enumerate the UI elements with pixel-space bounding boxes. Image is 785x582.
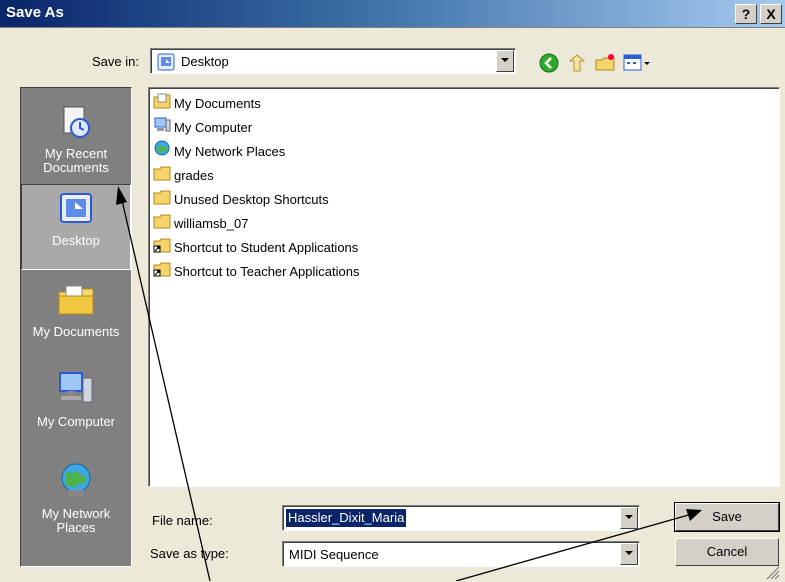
save-as-type-dropdown[interactable]: MIDI Sequence <box>282 541 640 567</box>
list-item[interactable]: My Documents <box>153 92 261 114</box>
up-folder-icon[interactable] <box>566 52 588 74</box>
dialog-title: Save As <box>6 4 64 21</box>
view-menu-icon[interactable] <box>622 52 652 74</box>
list-item[interactable]: Shortcut to Student Applications <box>153 236 358 258</box>
my-computer-icon <box>153 116 171 141</box>
my-documents-icon <box>153 92 171 117</box>
file-list[interactable]: My Documents My Computer My Network Plac… <box>148 87 780 487</box>
back-icon[interactable] <box>538 52 560 74</box>
list-item[interactable]: williamsb_07 <box>153 212 248 234</box>
resize-grip-icon[interactable] <box>765 565 781 580</box>
chevron-down-icon[interactable] <box>620 543 638 565</box>
place-my-documents[interactable]: My Documents <box>21 282 131 339</box>
file-name-value[interactable]: Hassler_Dixit_Maria <box>286 509 407 527</box>
file-name-label: File name: <box>152 513 213 528</box>
place-label: My Recent <box>44 146 108 161</box>
list-item[interactable]: grades <box>153 164 214 186</box>
place-label: Desktop <box>52 233 100 248</box>
folder-shortcut-icon <box>153 236 171 261</box>
close-button[interactable]: X <box>760 4 782 24</box>
desktop-icon <box>22 191 130 230</box>
help-button[interactable]: ? <box>735 4 757 24</box>
place-label: Places <box>56 520 96 535</box>
list-item[interactable]: My Computer <box>153 116 252 138</box>
save-as-type-label: Save as type: <box>150 546 229 561</box>
save-button[interactable]: Save <box>674 502 780 532</box>
save-in-value: Desktop <box>181 54 229 69</box>
folder-icon <box>153 164 171 189</box>
new-folder-icon[interactable] <box>594 52 616 74</box>
list-item[interactable]: Shortcut to Teacher Applications <box>153 260 360 282</box>
places-bar: My Recent Documents Desktop My Documents <box>20 87 132 567</box>
cancel-button[interactable]: Cancel <box>675 538 779 566</box>
save-in-label: Save in: <box>92 54 139 69</box>
file-name-field[interactable]: Hassler_Dixit_Maria <box>282 505 640 531</box>
file-name: Shortcut to Teacher Applications <box>174 263 360 279</box>
save-in-dropdown[interactable]: Desktop <box>150 48 516 74</box>
place-my-network-places[interactable]: My Network Places <box>21 460 131 535</box>
file-name: williamsb_07 <box>174 215 249 231</box>
file-name: My Network Places <box>174 143 286 159</box>
network-icon <box>21 460 131 503</box>
list-item[interactable]: Unused Desktop Shortcuts <box>153 188 329 210</box>
file-name: Shortcut to Student Applications <box>174 239 359 255</box>
place-my-recent-documents[interactable]: My Recent Documents <box>21 104 131 175</box>
place-desktop[interactable]: Desktop <box>21 184 131 270</box>
file-name: grades <box>174 167 214 183</box>
place-label: My Network <box>41 506 111 521</box>
title-bar: Save As ? X <box>0 0 785 28</box>
desktop-icon <box>157 53 175 74</box>
my-documents-icon <box>21 282 131 321</box>
folder-icon <box>153 212 171 237</box>
network-icon <box>153 140 171 165</box>
folder-icon <box>153 188 171 213</box>
save-as-type-value: MIDI Sequence <box>289 547 379 562</box>
chevron-down-icon[interactable] <box>620 507 638 529</box>
chevron-down-icon[interactable] <box>496 50 514 72</box>
list-item[interactable]: My Network Places <box>153 140 285 162</box>
recent-documents-icon <box>21 104 131 143</box>
place-my-computer[interactable]: My Computer <box>21 370 131 429</box>
place-label: My Computer <box>36 414 116 429</box>
file-name: My Computer <box>174 119 253 135</box>
place-label: Documents <box>43 160 109 175</box>
place-label: My Documents <box>32 324 120 339</box>
folder-shortcut-icon <box>153 260 171 285</box>
file-name: My Documents <box>174 95 261 111</box>
file-name: Unused Desktop Shortcuts <box>174 191 329 207</box>
my-computer-icon <box>21 370 131 411</box>
